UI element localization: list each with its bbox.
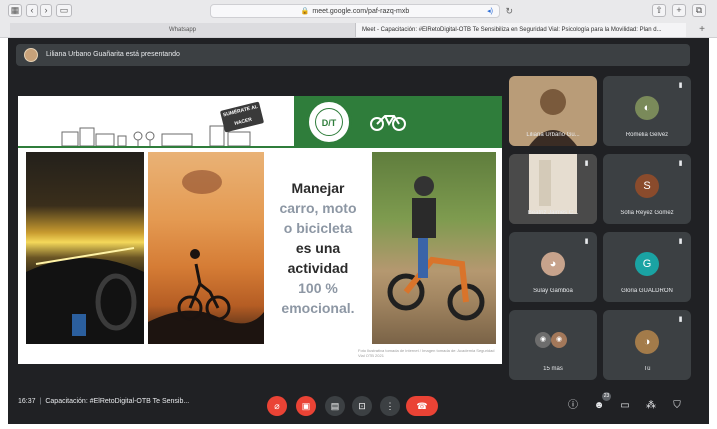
participant-tile[interactable]: ▮ G Gloria GUALDRON [603, 232, 691, 302]
presenter-bar: Liliana Urbano Guañarita está presentand… [16, 44, 690, 66]
photo-car-night [26, 152, 144, 344]
slide-text-line: o bicicleta [283, 220, 353, 236]
photo-motocross [372, 152, 496, 344]
frame-bottom [0, 424, 717, 429]
captions-icon[interactable]: ▤ [325, 396, 345, 416]
slide-text-line: emocional. [281, 300, 355, 316]
presenter-text: Liliana Urbano Guañarita está presentand… [46, 51, 180, 58]
slide-text-line: es una [295, 240, 341, 256]
tabs-button[interactable]: ⧉ [692, 4, 706, 17]
mic-off-icon: ▮ [678, 82, 683, 89]
mic-off-icon: ▮ [678, 160, 683, 167]
participant-name: Tú [643, 366, 651, 372]
meeting-details: 16:37 | Capacitación: #ElRetoDigital-OTB T… [18, 398, 189, 405]
slide-text-line: 100 % [298, 280, 338, 296]
slide-text-line: Manejar [291, 180, 345, 196]
participant-name: Beatriz Jaimes C... [527, 210, 579, 216]
avatar: ◐ [635, 96, 659, 120]
presentation-slide: SUMÉRATE AL HACER D/T Manejar carro, mot… [18, 96, 502, 364]
avatar: ◉ [551, 332, 567, 348]
tab-overview-button[interactable]: ▭ [56, 4, 72, 17]
chat-icon[interactable]: ▭ [619, 400, 631, 412]
mic-off-icon: ▮ [678, 316, 683, 323]
participant-tile[interactable]: ▮ Beatriz Jaimes C... [509, 154, 597, 224]
camera-off-icon[interactable]: ▣ [296, 396, 316, 416]
participant-tile[interactable]: ▮ ◑ Tú [603, 310, 691, 380]
participant-name: Liliana Urbano Gu... [526, 132, 580, 138]
mic-off-icon[interactable]: ⌀ [267, 396, 287, 416]
avatar: S [635, 174, 659, 198]
sidebar-toggle-button[interactable]: ▦ [8, 4, 22, 17]
lock-icon: 🔒 [300, 8, 310, 15]
mic-off-icon: ▮ [584, 238, 589, 245]
avatar: ◉ [535, 332, 551, 348]
frame-left [0, 38, 8, 429]
dt-logo-text: D/T [315, 108, 343, 136]
participant-name: 15 más [543, 366, 563, 372]
info-icon[interactable]: ⓘ [567, 400, 579, 412]
forward-button[interactable]: › [40, 4, 52, 17]
tab-meet[interactable]: Meet - Capacitación: #ElRetoDigital-OTB … [356, 23, 686, 37]
mic-off-icon: ▮ [584, 160, 589, 167]
participant-tile[interactable]: ▮ S Sofia Reyez Gomez [603, 154, 691, 224]
hangup-icon[interactable]: ☎ [406, 396, 438, 416]
photo-cyclist-sunset [148, 152, 264, 344]
new-tab-button[interactable]: + [672, 4, 686, 17]
participant-tile[interactable]: ▮ ◐ Romelia Gelvez [603, 76, 691, 146]
mic-off-icon: ▮ [678, 238, 683, 245]
slide-text: Manejar carro, moto o bicicleta es una a… [270, 178, 366, 318]
frame-right [709, 38, 717, 429]
add-tab-icon[interactable]: + [699, 23, 705, 37]
tab-whatsapp[interactable]: Whatsapp [10, 23, 356, 37]
meeting-title[interactable]: Capacitación: #ElRetoDigital-OTB Te Sens… [45, 398, 189, 405]
people-count-badge: 23 [602, 392, 611, 401]
present-icon[interactable]: ⊡ [352, 396, 372, 416]
share-button[interactable]: ⇧ [652, 4, 666, 17]
activities-icon[interactable]: ⁂ [645, 400, 657, 412]
back-button[interactable]: ‹ [26, 4, 38, 17]
browser-chrome: ▦ ‹ › ▭ 🔒 meet.google.com/paf-razq-mxb ◂)… [0, 0, 717, 38]
participant-name: Sulay Gamboa [533, 288, 573, 294]
avatar: G [635, 252, 659, 276]
slide-credit: Foto Ilustrativa tomada de internet / Im… [358, 348, 495, 358]
participant-name: Romelia Gelvez [625, 132, 669, 138]
browser-toolbar: ▦ ‹ › ▭ 🔒 meet.google.com/paf-razq-mxb ◂)… [0, 0, 717, 22]
more-vert-icon[interactable]: ⋮ [380, 396, 400, 416]
dt-logo: D/T [306, 99, 352, 145]
participant-name: Gloria GUALDRON [621, 288, 673, 294]
address-bar-text: meet.google.com/paf-razq-mxb [312, 8, 410, 15]
participant-name: Sofia Reyez Gomez [620, 210, 674, 216]
audio-playing-icon[interactable]: ◂) [487, 5, 493, 18]
slide-text-line: carro, moto [279, 200, 357, 216]
slide-banner-left: SUMÉRATE AL HACER [18, 96, 294, 148]
shield-icon[interactable]: ⛉ [671, 400, 683, 412]
tab-bar: Whatsapp Meet - Capacitación: #ElRetoDig… [0, 22, 717, 38]
presenter-avatar [24, 48, 38, 62]
address-bar[interactable]: 🔒 meet.google.com/paf-razq-mxb ◂) ↻ [210, 4, 513, 18]
people-icon[interactable]: ☻ [593, 400, 605, 412]
participant-tile[interactable]: ▮ ◕ Sulay Gamboa [509, 232, 597, 302]
avatar: ◑ [635, 330, 659, 354]
bicycle-icon [370, 115, 406, 131]
reload-icon[interactable]: ↻ [505, 5, 513, 18]
participant-tile[interactable]: ◉ ◉ 15 más [509, 310, 597, 380]
participant-tile[interactable]: Liliana Urbano Gu... [509, 76, 597, 146]
avatar: ◕ [541, 252, 565, 276]
meeting-time: 16:37 [18, 398, 36, 405]
separator: | [39, 398, 42, 405]
slide-text-line: actividad [287, 260, 349, 276]
